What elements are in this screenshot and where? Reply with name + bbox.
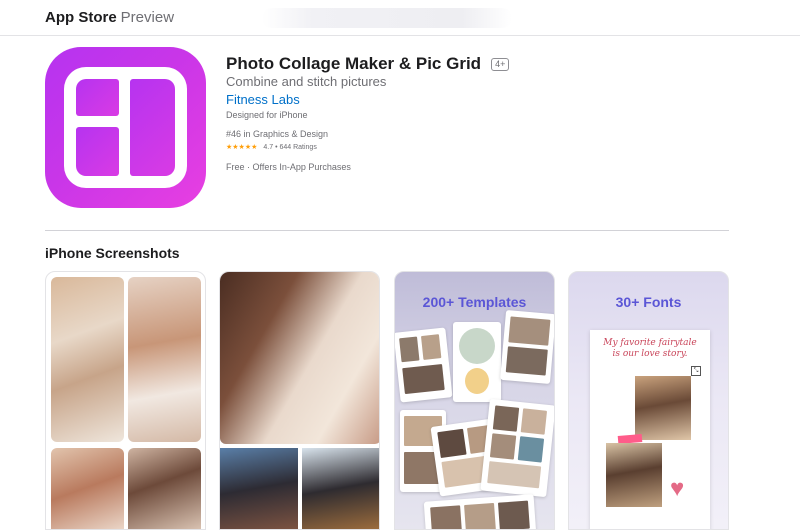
app-title: Photo Collage Maker & Pic Grid (226, 54, 482, 73)
screenshot-1[interactable] (45, 271, 206, 530)
app-icon-frame (64, 67, 187, 188)
developer-link[interactable]: Fitness Labs (226, 92, 300, 107)
screenshot-4[interactable]: 30+ Fonts My favorite fairytale is our l… (568, 271, 729, 530)
screenshots-section-title: iPhone Screenshots (45, 245, 180, 261)
app-icon-cell-top-left (76, 79, 119, 116)
friends-photo (302, 448, 379, 529)
screenshot-3[interactable]: 200+ Templates (394, 271, 555, 530)
template-thumbnail (423, 494, 537, 529)
heart-icon: ♥ (670, 475, 685, 502)
app-icon (45, 47, 206, 208)
age-rating-badge: 4+ (491, 57, 510, 71)
star-rating-icon: ★★★★★ (226, 144, 258, 151)
screenshot-2[interactable] (219, 271, 380, 530)
template-thumbnail (500, 309, 554, 385)
price-label: Free · Offers In-App Purchases (226, 162, 351, 172)
mother-baby-photo (128, 277, 201, 442)
brand-title: App Store (45, 9, 117, 26)
couple-photo (128, 448, 201, 529)
app-icon-cell-bottom-left (76, 127, 119, 176)
designed-for-label: Designed for iPhone (226, 110, 308, 120)
category-rank: #46 in Graphics & Design (226, 129, 329, 139)
font-sample-card: My favorite fairytale is our love story.… (590, 330, 710, 529)
section-divider (45, 230, 729, 231)
brand-subtitle: Preview (120, 9, 175, 26)
card-handwritten-note: My favorite fairytale is our love story. (603, 338, 697, 359)
template-thumbnail (480, 398, 554, 498)
rating-row: ★★★★★ 4.7 • 644 Ratings (226, 143, 317, 152)
couple-heart-photo (220, 272, 379, 444)
app-info-panel: Photo Collage Maker & Pic Grid 4+ Combin… (226, 54, 510, 172)
app-store-brand[interactable]: App Store Preview (45, 9, 174, 26)
fonts-caption: 30+ Fonts (615, 294, 682, 310)
template-thumbnail (395, 327, 453, 403)
app-title-row: Photo Collage Maker & Pic Grid 4+ (226, 54, 510, 74)
template-thumbnail (453, 322, 501, 402)
app-icon-cell-right (130, 79, 175, 176)
app-subtitle: Combine and stitch pictures (226, 74, 387, 89)
templates-caption: 200+ Templates (422, 294, 527, 310)
mother-baby-photo (51, 448, 124, 529)
couple-photo (635, 376, 691, 440)
couple-photo (606, 443, 662, 507)
resize-handle-icon: ⤡ (691, 366, 701, 376)
blurred-header-region (262, 8, 512, 28)
friends-photo (220, 448, 298, 529)
mother-baby-photo (51, 277, 124, 442)
rating-summary: 4.7 • 644 Ratings (263, 143, 317, 151)
top-navigation-bar: App Store Preview (0, 0, 800, 36)
